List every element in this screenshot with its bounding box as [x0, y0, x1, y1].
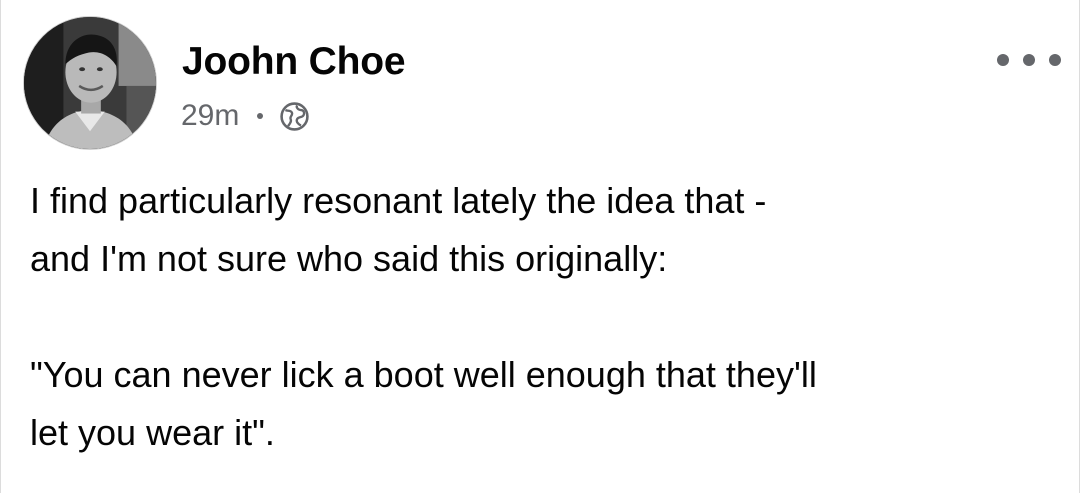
more-dot [1023, 54, 1035, 66]
more-dot [997, 54, 1009, 66]
post-meta: 29m [181, 96, 310, 136]
more-dot [1049, 54, 1061, 66]
separator-dot [257, 113, 264, 119]
post-body: I find particularly resonant lately the … [30, 172, 1055, 462]
facebook-post: Joohn Choe 29m I find particularly reson… [0, 0, 1080, 493]
author-name[interactable]: Joohn Choe [182, 40, 406, 84]
globe-icon[interactable] [279, 101, 310, 132]
post-timestamp[interactable]: 29m [181, 99, 239, 133]
author-avatar[interactable] [23, 16, 157, 150]
more-options-icon[interactable] [997, 46, 1061, 74]
post-text-line: I find particularly resonant lately the … [30, 180, 767, 221]
post-text-line: let you wear it". [30, 412, 275, 453]
post-text-line: and I'm not sure who said this originall… [30, 238, 668, 279]
post-text-line: "You can never lick a boot well enough t… [30, 354, 817, 395]
avatar-image [24, 17, 156, 149]
